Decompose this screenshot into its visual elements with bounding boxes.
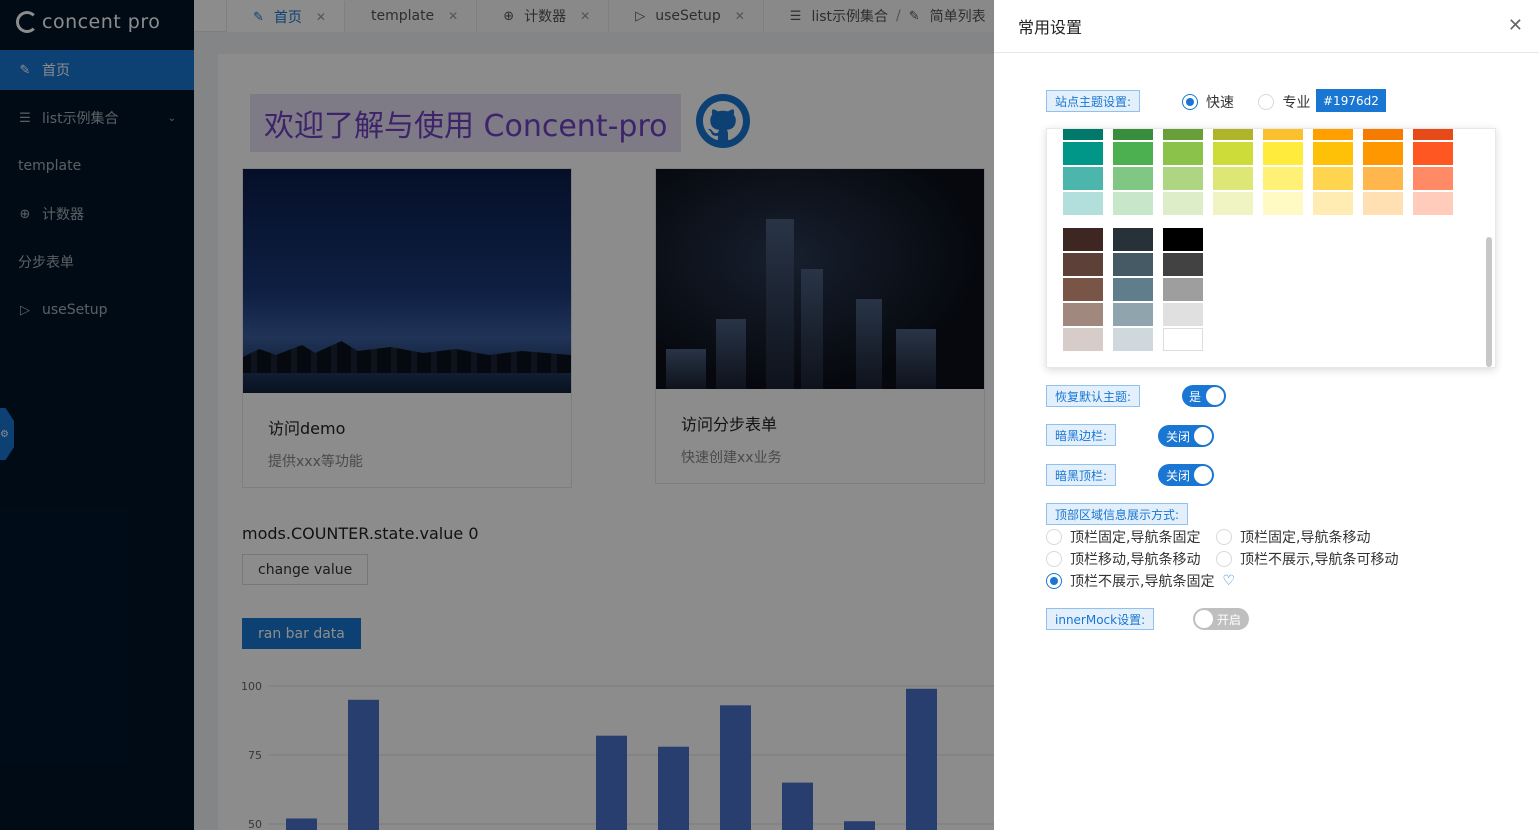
switch-label: 开启 xyxy=(1217,612,1242,627)
color-swatch[interactable] xyxy=(1113,278,1153,301)
color-swatch[interactable] xyxy=(1263,192,1303,215)
color-swatch[interactable] xyxy=(1413,129,1453,140)
color-swatch[interactable] xyxy=(1213,192,1253,215)
color-swatch[interactable] xyxy=(1363,192,1403,215)
color-swatch[interactable] xyxy=(1363,129,1403,140)
color-swatch[interactable] xyxy=(1413,142,1453,165)
theme-color-tag[interactable]: #1976d2 xyxy=(1316,89,1386,112)
dark-sidebar-switch[interactable]: 关闭 xyxy=(1158,425,1214,447)
color-swatch[interactable] xyxy=(1313,142,1353,165)
settings-drawer: 常用设置 ✕ 站点主题设置: 快速 专业 #1976d2 恢复默认主题: 是 暗… xyxy=(994,0,1539,830)
top-area-display-label: 顶部区域信息展示方式: xyxy=(1046,503,1189,525)
color-swatch[interactable] xyxy=(1163,142,1203,165)
color-swatch[interactable] xyxy=(1313,129,1353,140)
switch-knob xyxy=(1195,610,1213,628)
radio-dot xyxy=(1182,94,1198,110)
heart-icon: ♡ xyxy=(1222,573,1236,589)
color-swatch[interactable] xyxy=(1413,192,1453,215)
drawer-title: 常用设置 xyxy=(994,0,1539,53)
reset-theme-label: 恢复默认主题: xyxy=(1046,385,1141,407)
theme-setting-label: 站点主题设置: xyxy=(1046,90,1141,112)
color-swatch[interactable] xyxy=(1163,278,1203,301)
top-area-radio-3[interactable]: 顶栏移动,导航条移动 xyxy=(1046,549,1200,569)
color-swatch[interactable] xyxy=(1313,167,1353,190)
color-swatch[interactable] xyxy=(1063,142,1103,165)
color-swatch[interactable] xyxy=(1163,228,1203,251)
switch-label: 关闭 xyxy=(1166,429,1191,444)
switch-knob xyxy=(1194,427,1212,445)
inner-mock-switch[interactable]: 开启 xyxy=(1193,608,1249,630)
radio-dot xyxy=(1046,573,1062,589)
color-swatch[interactable] xyxy=(1063,129,1103,140)
color-swatch[interactable] xyxy=(1063,192,1103,215)
switch-label: 关闭 xyxy=(1166,468,1191,483)
color-swatch[interactable] xyxy=(1213,142,1253,165)
switch-knob xyxy=(1206,387,1224,405)
top-area-radio-5[interactable]: 顶栏不展示,导航条固定 ♡ xyxy=(1046,571,1235,591)
top-area-radio-2[interactable]: 顶栏固定,导航条移动 xyxy=(1216,527,1370,547)
color-swatch[interactable] xyxy=(1113,303,1153,326)
color-swatch[interactable] xyxy=(1113,129,1153,140)
close-icon[interactable]: ✕ xyxy=(1508,15,1523,36)
reset-theme-switch[interactable]: 是 xyxy=(1182,385,1226,407)
color-swatch[interactable] xyxy=(1163,253,1203,276)
color-swatch[interactable] xyxy=(1263,129,1303,140)
color-swatch[interactable] xyxy=(1263,142,1303,165)
dark-topbar-switch[interactable]: 关闭 xyxy=(1158,464,1214,486)
radio-dot xyxy=(1216,551,1232,567)
color-swatch[interactable] xyxy=(1163,192,1203,215)
radio-label: 专业 xyxy=(1282,95,1311,111)
palette-scrollbar[interactable] xyxy=(1486,237,1492,367)
color-swatch[interactable] xyxy=(1263,167,1303,190)
color-swatch[interactable] xyxy=(1363,167,1403,190)
color-swatch[interactable] xyxy=(1113,192,1153,215)
inner-mock-label: innerMock设置: xyxy=(1046,608,1155,630)
radio-dot xyxy=(1046,529,1062,545)
color-swatch[interactable] xyxy=(1063,228,1103,251)
radio-label: 顶栏不展示,导航条固定 xyxy=(1070,574,1215,590)
top-area-radio-4[interactable]: 顶栏不展示,导航条可移动 xyxy=(1216,549,1398,569)
color-swatch[interactable] xyxy=(1113,253,1153,276)
theme-radio-pro[interactable]: 专业 xyxy=(1258,92,1310,112)
radio-label: 快速 xyxy=(1206,95,1234,111)
radio-dot xyxy=(1046,551,1062,567)
color-swatch[interactable] xyxy=(1113,328,1153,351)
radio-dot xyxy=(1258,94,1275,110)
switch-knob xyxy=(1194,466,1212,484)
top-area-radio-1[interactable]: 顶栏固定,导航条固定 xyxy=(1046,527,1200,547)
color-swatch[interactable] xyxy=(1113,228,1153,251)
color-swatch[interactable] xyxy=(1213,129,1253,140)
color-swatch[interactable] xyxy=(1063,278,1103,301)
radio-label: 顶栏移动,导航条移动 xyxy=(1070,552,1201,568)
color-swatch[interactable] xyxy=(1063,328,1103,351)
radio-label: 顶栏不展示,导航条可移动 xyxy=(1240,552,1399,568)
theme-mode-radio-group: 快速 专业 xyxy=(1182,92,1310,114)
color-swatch[interactable] xyxy=(1413,167,1453,190)
dark-topbar-label: 暗黑顶栏: xyxy=(1046,464,1117,486)
theme-radio-fast[interactable]: 快速 xyxy=(1182,92,1234,112)
color-swatch[interactable] xyxy=(1213,167,1253,190)
switch-label: 是 xyxy=(1189,389,1202,404)
color-swatch[interactable] xyxy=(1163,129,1203,140)
color-swatch[interactable] xyxy=(1313,192,1353,215)
color-swatch[interactable] xyxy=(1163,328,1203,351)
radio-dot xyxy=(1216,529,1232,545)
color-swatch[interactable] xyxy=(1113,167,1153,190)
color-swatch[interactable] xyxy=(1163,303,1203,326)
color-swatch[interactable] xyxy=(1163,167,1203,190)
color-swatch[interactable] xyxy=(1363,142,1403,165)
radio-label: 顶栏固定,导航条移动 xyxy=(1240,530,1371,546)
dark-sidebar-label: 暗黑边栏: xyxy=(1046,424,1117,446)
radio-label: 顶栏固定,导航条固定 xyxy=(1070,530,1201,546)
color-palette xyxy=(1046,128,1496,368)
color-swatch[interactable] xyxy=(1063,303,1103,326)
color-swatch[interactable] xyxy=(1063,167,1103,190)
color-swatch[interactable] xyxy=(1063,253,1103,276)
color-swatch[interactable] xyxy=(1113,142,1153,165)
